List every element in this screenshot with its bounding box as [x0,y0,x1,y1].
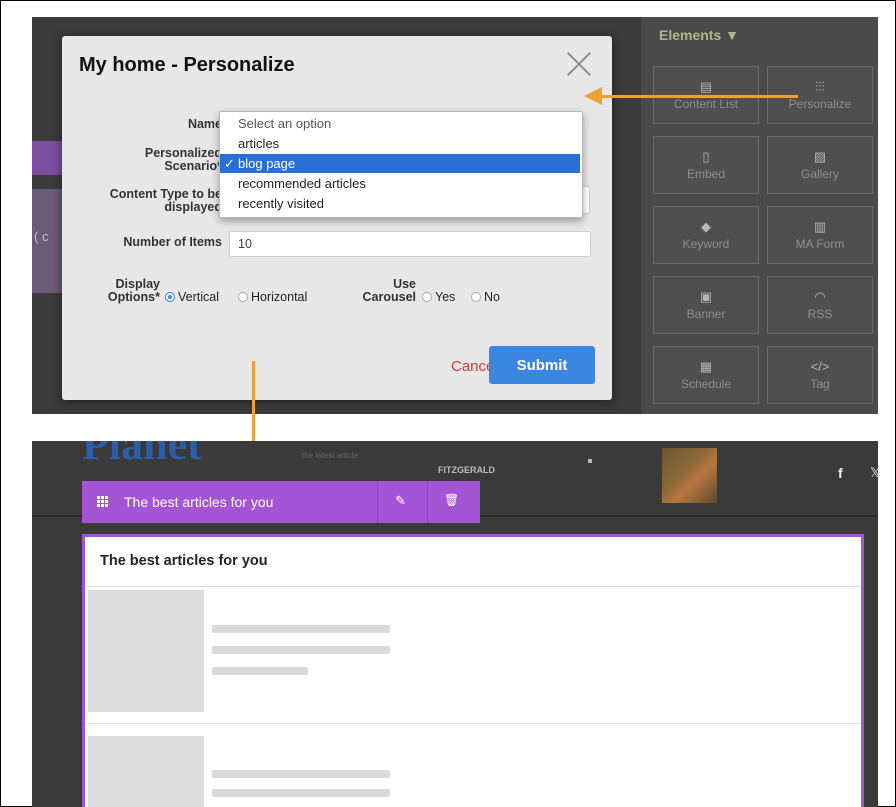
toolbar-separator [427,481,428,523]
use-carousel-label-line2: Carousel [362,290,417,304]
carousel-option-no-label: No [484,290,500,304]
dropdown-option-recommended[interactable]: recommended articles [220,174,580,193]
number-of-items-input[interactable]: 10 [229,231,591,257]
rss-icon: ◠ [814,289,826,304]
content-type-label-line1: Content Type to be [109,187,222,201]
site-logo: Planet [82,441,202,469]
element-tile-label: Embed [686,167,726,181]
carousel-option-yes-label: Yes [435,290,456,304]
elements-panel: Elements ▼ ▤ Content List ⫶⫶⫶ Personalize ▯ E… [641,17,878,414]
display-option-vertical-label: Vertical [178,290,219,304]
personalize-block-toolbar[interactable]: The best articles for you ✎ 🗑 [82,481,480,523]
element-tile-label: Gallery [800,167,839,181]
tag-code-icon: </> [810,359,830,374]
element-tile-banner[interactable]: ▣ Banner [653,276,759,334]
article-text-placeholder [212,789,390,797]
element-tile-embed[interactable]: ▯ Embed [653,136,759,194]
header-photo [662,448,717,503]
element-tile-label: Content List [673,97,739,111]
content-type-label-line2: displayed [164,200,222,214]
article-text-placeholder [212,625,390,633]
element-tile-gallery[interactable]: ▨ Gallery [767,136,873,194]
embed-document-icon: ▯ [702,149,710,164]
use-carousel-label: Use Carousel [344,277,417,304]
article-thumbnail-placeholder [88,736,204,807]
banner-icon: ▣ [699,289,713,304]
article-text-placeholder [212,646,390,654]
dropdown-placeholder[interactable]: Select an option [220,114,580,133]
arrow-to-result [252,361,255,451]
scenario-label: Personalized Scenario* [82,147,222,173]
display-options-label: Display Options* [82,278,160,304]
number-of-items-label: Number of Items [123,235,222,249]
carousel-option-no[interactable]: No [471,288,500,306]
arrow-head-left-icon [584,87,602,105]
keyword-tag-icon: ◆ [701,219,711,234]
element-tile-label: MA Form [795,237,845,251]
elements-panel-title[interactable]: Elements ▼ [659,27,739,43]
modal-title: My home - Personalize [79,54,295,76]
carousel-option-yes[interactable]: Yes [422,288,455,306]
result-page-screenshot: Planet the latest article FITZGERALD f 𝕏… [32,441,878,807]
article-text-placeholder [212,770,390,778]
display-option-vertical[interactable]: Vertical [165,288,219,306]
use-carousel-label-line1: Use [393,277,416,291]
article-thumbnail-placeholder [88,590,204,712]
checkmark-icon: ✓ [224,156,235,171]
schedule-calendar-icon: ▦ [699,359,713,374]
arrow-from-personalize-tile [600,95,798,98]
submit-button[interactable]: Submit [489,346,595,384]
element-tile-label: Tag [810,377,830,391]
radio-no[interactable] [471,292,481,302]
element-tile-label: Personalize [788,97,852,111]
content-type-label: Content Type to be displayed [72,188,222,214]
delete-icon[interactable]: 🗑 [444,493,459,507]
dropdown-option-articles[interactable]: articles [220,134,580,153]
header-author: FITZGERALD [438,465,495,475]
display-options-label-line1: Display [115,277,160,291]
scenario-label-line2: Scenario* [164,159,222,173]
element-tile-rss[interactable]: ◠ RSS [767,276,873,334]
element-tile-label: Schedule [680,377,732,391]
element-tile-tag[interactable]: </> Tag [767,346,873,404]
grid-drag-icon[interactable] [97,496,109,508]
toolbar-title: The best articles for you [124,494,274,510]
element-tile-keyword[interactable]: ◆ Keyword [653,206,759,264]
display-options-label-line2: Options* [107,290,160,304]
facebook-icon[interactable]: f [838,465,843,481]
gallery-image-icon: ▨ [813,149,827,164]
personalize-sliders-icon: ⫶⫶⫶ [815,79,825,94]
display-option-horizontal[interactable]: Horizontal [238,288,307,306]
personalized-content-block: The best articles for you [82,534,864,807]
radio-vertical[interactable] [165,292,175,302]
article-text-placeholder [212,667,308,675]
content-divider [85,586,861,587]
close-icon[interactable] [565,50,593,78]
personalize-modal: My home - Personalize Name Personalized … [62,36,612,400]
element-tile-label: Keyword [682,237,730,251]
name-label: Name [187,117,222,131]
edit-icon[interactable]: ✎ [395,493,406,509]
radio-horizontal[interactable] [238,292,248,302]
scenario-dropdown-menu[interactable]: Select an option articles ✓ blog page rec… [219,111,583,218]
content-divider [85,723,861,724]
toolbar-separator [377,481,378,523]
scenario-label-line1: Personalized [144,146,222,160]
dropdown-option-blog-page-label: blog page [238,156,296,171]
radio-yes[interactable] [422,292,432,302]
header-small-text: the latest article [302,451,359,460]
element-tile-schedule[interactable]: ▦ Schedule [653,346,759,404]
ma-form-chart-icon: ▥ [813,219,827,234]
display-option-horizontal-label: Horizontal [251,290,308,304]
element-tile-ma-form[interactable]: ▥ MA Form [767,206,873,264]
partial-background-text: ( c [34,229,49,244]
content-list-icon: ▤ [699,79,713,94]
content-heading: The best articles for you [100,553,268,569]
header-dot [588,459,592,463]
dropdown-option-recently-visited[interactable]: recently visited [220,194,580,213]
element-tile-label: Banner [686,307,726,321]
element-tile-label: RSS [807,307,833,321]
twitter-icon[interactable]: 𝕏 [870,465,878,481]
dropdown-option-blog-page[interactable]: ✓ blog page [220,154,580,173]
